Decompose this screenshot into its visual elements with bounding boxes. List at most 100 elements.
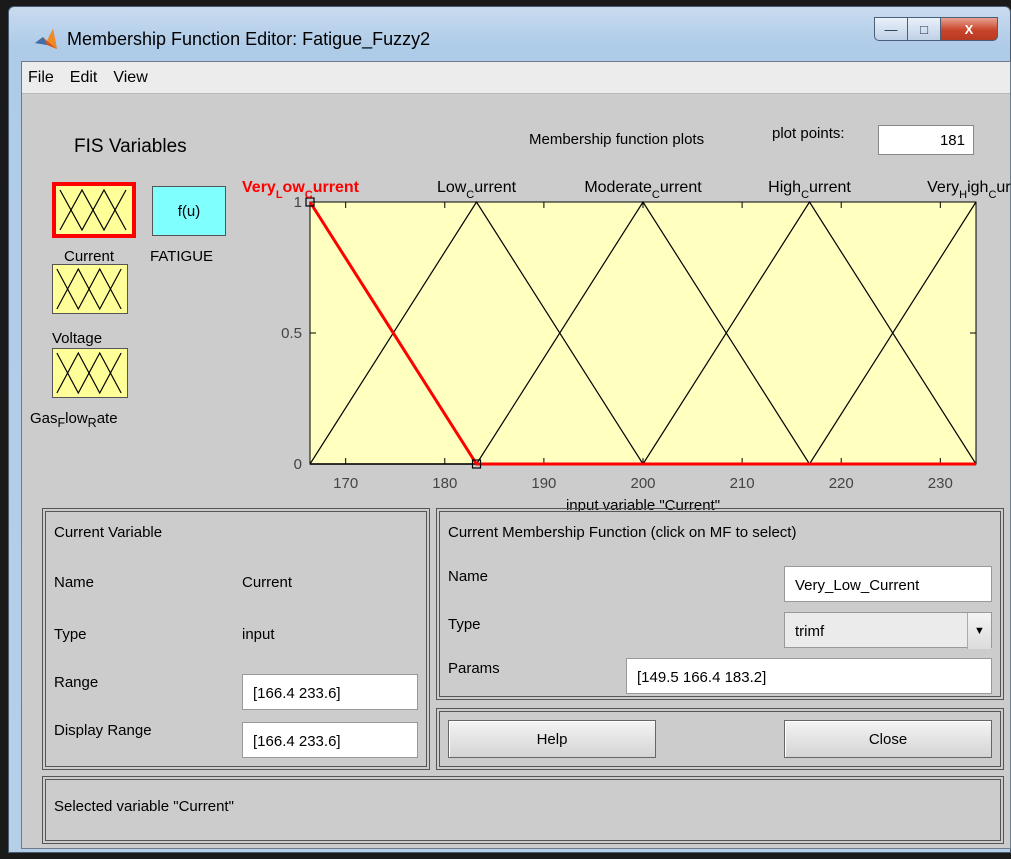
close-window-button[interactable]: X: [940, 17, 998, 41]
variable-name-label: Name: [54, 574, 95, 591]
mf-name-label: Name: [448, 568, 489, 585]
y-tick-label: 0: [294, 456, 302, 473]
mf-shapes-icon: [56, 267, 122, 311]
mf-name-input[interactable]: Very_Low_Current: [784, 566, 992, 602]
window-controls: — □ X: [874, 17, 998, 41]
x-tick-label: 210: [730, 475, 755, 492]
status-panel-inner: Selected variable "Current": [45, 779, 1001, 841]
plot-points-label: plot points:: [772, 125, 845, 142]
mf-label-part: Very: [927, 179, 959, 196]
mf-label-part: ow: [283, 179, 306, 196]
mf-type-select[interactable]: trimf ▼: [784, 612, 992, 649]
mf-plot[interactable]: 170 180 190 200 210 220 230 0 0.5 1 input variable…: [222, 168, 1011, 528]
editor-client-area: File Edit View FIS Variables f(u) Curren…: [21, 61, 1011, 849]
current-variable-panel: Current Variable Name Current Type input…: [42, 508, 430, 770]
caption-part: ate: [96, 410, 118, 427]
x-tick-label: 230: [928, 475, 953, 492]
output-function-label: f(u): [177, 202, 201, 220]
chevron-down-icon[interactable]: ▼: [967, 613, 991, 649]
menu-view[interactable]: View: [113, 69, 147, 87]
mf-type-value: trimf: [795, 623, 825, 640]
range-input[interactable]: [166.4 233.6]: [242, 674, 418, 710]
plot-points-input[interactable]: 181: [878, 125, 974, 155]
mf-label-part: C: [305, 189, 313, 201]
mf-shapes-icon: [59, 188, 127, 232]
menu-edit[interactable]: Edit: [70, 69, 98, 87]
close-icon: X: [964, 21, 974, 37]
mf-label-moderate-current: ModerateCurrent: [584, 179, 702, 201]
button-panel-inner: Help Close: [439, 711, 1001, 767]
mf-label-part: igh: [967, 179, 988, 196]
caption-sub: F: [57, 416, 66, 430]
x-tick-label: 220: [829, 475, 854, 492]
mf-label-part: C: [652, 189, 660, 201]
menu-bar: File Edit View: [22, 62, 1010, 94]
current-mf-heading: Current Membership Function (click on MF…: [448, 524, 797, 541]
variable-type-label: Type: [54, 626, 87, 643]
caption-part: low: [65, 410, 88, 427]
mf-label-high-current: HighCurrent: [768, 179, 851, 201]
maximize-icon: □: [920, 21, 928, 37]
display-range-input[interactable]: [166.4 233.6]: [242, 722, 418, 758]
current-variable-heading: Current Variable: [54, 524, 163, 541]
fatigue-caption: FATIGUE: [150, 248, 214, 265]
gas-flow-rate-caption: GasFlowRate: [30, 410, 118, 430]
mf-params-label: Params: [448, 660, 500, 677]
mf-label-part: urrent: [809, 179, 851, 196]
mf-editor-window: Membership Function Editor: Fatigue_Fuzz…: [8, 6, 1011, 853]
current-mf-inner: Current Membership Function (click on MF…: [439, 511, 1001, 697]
matlab-logo-icon: [35, 29, 57, 49]
fis-variables-heading: FIS Variables: [74, 136, 187, 157]
fis-variable-gas-flow-rate[interactable]: [52, 348, 128, 398]
mf-type-label: Type: [448, 616, 481, 633]
mf-label-part: Very: [242, 179, 276, 196]
mf-label-low-current: LowCurrent: [437, 179, 517, 201]
variable-name-value: Current: [242, 574, 293, 591]
mf-label-part: High: [768, 179, 801, 196]
fis-variable-voltage[interactable]: [52, 264, 128, 314]
mf-label-part: Low: [437, 179, 467, 196]
maximize-button[interactable]: □: [907, 17, 941, 41]
variable-type-value: input: [242, 626, 275, 643]
mf-label-part: Moderate: [584, 179, 652, 196]
help-button[interactable]: Help: [448, 720, 656, 758]
mf-shapes-icon: [56, 351, 122, 395]
fis-variable-fatigue[interactable]: f(u): [152, 186, 226, 236]
x-tick-label: 180: [432, 475, 457, 492]
x-tick-label: 190: [531, 475, 556, 492]
display-range-label: Display Range: [54, 722, 152, 739]
status-panel: Selected variable "Current": [42, 776, 1004, 844]
mf-label-part: urre: [996, 179, 1011, 196]
mf-label-part: C: [801, 189, 809, 201]
current-variable-inner: Current Variable Name Current Type input…: [45, 511, 427, 767]
mf-label-very-high-current: VeryHighCurre: [927, 179, 1011, 201]
mf-label-part: H: [959, 189, 967, 201]
fis-variable-current[interactable]: [52, 182, 136, 238]
x-tick-label: 200: [630, 475, 655, 492]
title-bar: Membership Function Editor: Fatigue_Fuzz…: [9, 7, 1010, 61]
mf-plots-heading: Membership function plots: [529, 131, 705, 148]
x-tick-label: 170: [333, 475, 358, 492]
status-text: Selected variable "Current": [54, 798, 234, 815]
button-panel: Help Close: [436, 708, 1004, 770]
window-title: Membership Function Editor: Fatigue_Fuzz…: [67, 29, 431, 49]
mf-label-part: urrent: [660, 179, 702, 196]
y-tick-label: 0.5: [281, 325, 302, 342]
caption-sub: R: [87, 416, 97, 430]
range-label: Range: [54, 674, 99, 691]
mf-plot-svg[interactable]: 170 180 190 200 210 220 23000.51input variable…: [222, 168, 1011, 528]
current-caption: Current: [64, 248, 115, 265]
mf-label-part: C: [466, 189, 474, 201]
minimize-icon: —: [884, 21, 898, 37]
current-mf-panel: Current Membership Function (click on MF…: [436, 508, 1004, 700]
plot-area: [309, 201, 977, 465]
minimize-button[interactable]: —: [874, 17, 908, 41]
mf-params-input[interactable]: [149.5 166.4 183.2]: [626, 658, 992, 694]
close-button[interactable]: Close: [784, 720, 992, 758]
mf-label-part: C: [988, 189, 996, 201]
menu-file[interactable]: File: [28, 69, 54, 87]
caption-part: Gas: [30, 410, 58, 427]
mf-label-part: urrent: [313, 179, 360, 196]
voltage-caption: Voltage: [52, 330, 103, 347]
y-tick-label: 1: [294, 194, 302, 211]
